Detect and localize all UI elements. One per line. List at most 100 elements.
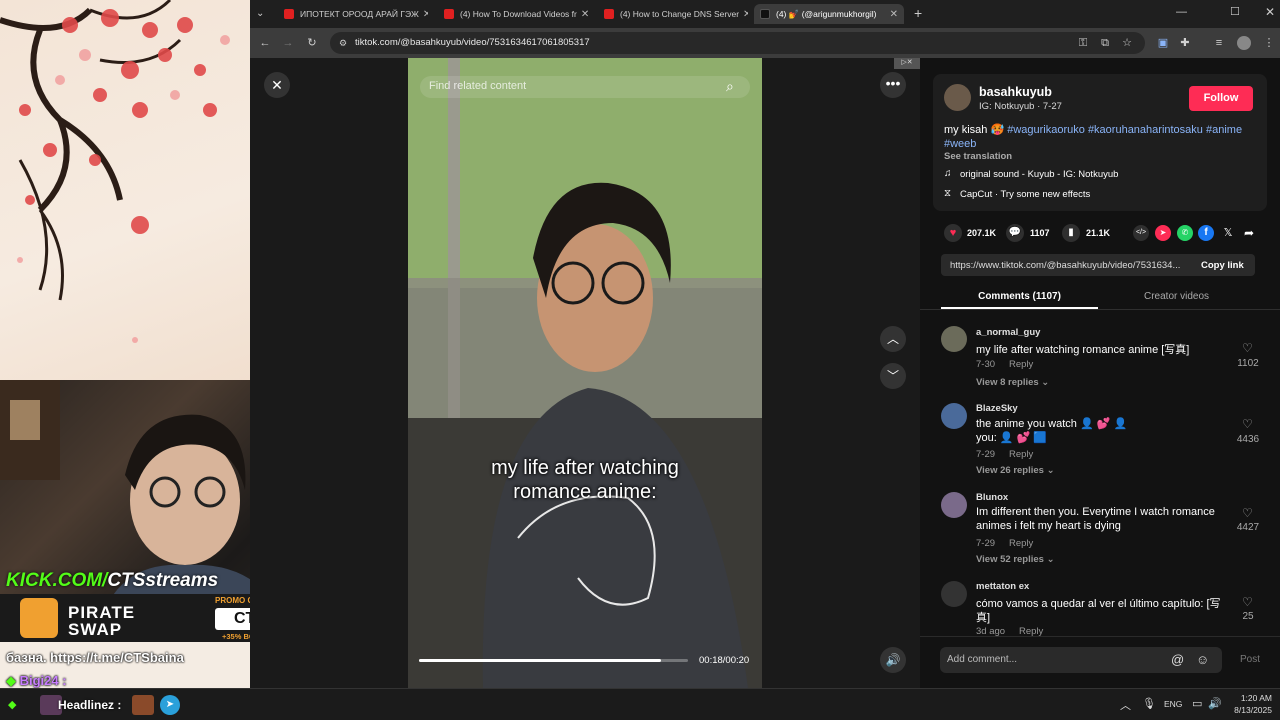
tray-chevron-icon[interactable]: ︿: [1120, 697, 1131, 713]
progress-track[interactable]: [419, 659, 688, 662]
browser-tab[interactable]: ИПОТЕКТ ОРООД АРАЙ ГЭЖ ✕: [278, 4, 428, 24]
browser-menu-icon[interactable]: ⋮: [1262, 37, 1276, 49]
network-icon[interactable]: ▭: [1192, 697, 1202, 710]
send-to-friends-icon[interactable]: ➤: [1155, 225, 1171, 241]
extensions-puzzle-icon[interactable]: ✚: [1178, 37, 1192, 49]
comment-like-icon[interactable]: ♡: [1242, 341, 1253, 355]
view-replies-link[interactable]: View 8 replies ⌄: [976, 377, 1049, 388]
browser-tab-active[interactable]: (4) 💅 (@arigunmukhorgil) ✕: [754, 4, 904, 24]
commenter-avatar[interactable]: [941, 403, 967, 429]
volume-tray-icon[interactable]: 🔊: [1208, 697, 1222, 710]
tab-search-icon[interactable]: ⌄: [256, 8, 264, 19]
microphone-icon[interactable]: 🎙: [1142, 697, 1156, 710]
hashtag-link[interactable]: #anime: [1206, 124, 1242, 136]
youtube-favicon-icon: [604, 9, 614, 19]
save-count: 21.1K: [1086, 228, 1111, 238]
profile-avatar[interactable]: [1237, 36, 1251, 50]
more-options-icon[interactable]: •••: [880, 72, 906, 98]
pirate-logo: [20, 598, 58, 638]
comment-text: the anime you watch 👤 💕 👤: [976, 418, 1128, 430]
comment-like-icon[interactable]: ♡: [1242, 417, 1253, 431]
author-username[interactable]: basahkuyub: [979, 85, 1052, 99]
media-control-icon[interactable]: ≡: [1212, 37, 1226, 49]
mention-icon[interactable]: @: [1171, 652, 1184, 667]
new-tab-icon[interactable]: +: [914, 5, 922, 21]
kick-url-label: KICK.COM/CTSstreams: [6, 570, 218, 592]
close-tab-icon[interactable]: ✕: [577, 9, 588, 20]
close-tab-icon[interactable]: ✕: [886, 9, 898, 20]
language-indicator[interactable]: ENG: [1164, 699, 1182, 709]
share-arrow-icon[interactable]: ➦: [1241, 225, 1257, 241]
search-icon[interactable]: ⌕: [726, 78, 734, 95]
like-heart-icon[interactable]: ♥: [944, 224, 962, 242]
telegram-icon[interactable]: ➤: [160, 695, 180, 715]
browser-tab[interactable]: (4) How To Download Videos fr ✕: [438, 4, 588, 24]
reload-icon[interactable]: ↻: [305, 37, 319, 49]
commenter-name[interactable]: Blunox: [976, 492, 1008, 503]
reply-button[interactable]: Reply: [1009, 359, 1033, 370]
pirate-swap-brand: PIRATE SWAP: [68, 603, 136, 639]
comment-bubble-icon[interactable]: 💬: [1006, 224, 1024, 242]
commenter-avatar[interactable]: [941, 326, 967, 352]
previous-video-icon[interactable]: ︿: [880, 326, 906, 352]
close-window-icon[interactable]: ✕: [1265, 5, 1275, 19]
ad-choices-icon[interactable]: ▷✕: [894, 58, 920, 69]
commenter-avatar[interactable]: [941, 581, 967, 607]
next-video-icon[interactable]: ﹀: [880, 363, 906, 389]
effect-link[interactable]: CapCut · Try some new effects: [960, 189, 1090, 200]
author-avatar[interactable]: [944, 84, 971, 111]
emoji-icon[interactable]: ☺: [1196, 652, 1209, 667]
tab-creator-videos[interactable]: Creator videos: [1098, 291, 1255, 302]
music-note-icon: ♫: [944, 168, 952, 179]
video-player[interactable]: Find related content ⌕ my life after wat…: [408, 58, 762, 688]
back-icon[interactable]: ←: [258, 37, 272, 49]
clock-time[interactable]: 1:20 AM: [1226, 693, 1272, 703]
close-tab-icon[interactable]: ✕: [419, 9, 428, 20]
hashtag-link[interactable]: #kaoruhanaharintosaku: [1088, 124, 1203, 136]
commenter-name[interactable]: a_normal_guy: [976, 327, 1040, 338]
tab-comments[interactable]: Comments (1107): [941, 291, 1098, 302]
maximize-icon[interactable]: ☐: [1230, 5, 1240, 18]
facebook-icon[interactable]: f: [1198, 225, 1214, 241]
install-app-icon[interactable]: ⧉: [1098, 37, 1112, 49]
forward-icon[interactable]: →: [281, 37, 295, 49]
reply-button[interactable]: Reply: [1009, 538, 1033, 549]
comment-date: 7-29: [976, 538, 996, 549]
bookmark-star-icon[interactable]: ☆: [1120, 37, 1134, 49]
commenter-name[interactable]: mettaton ex: [976, 581, 1029, 592]
post-comment-button[interactable]: Post: [1240, 654, 1260, 665]
commenter-avatar[interactable]: [941, 492, 967, 518]
commenter-name[interactable]: BlazeSky: [976, 403, 1018, 414]
sound-link[interactable]: original sound - Kuyub - IG: Notkuyub: [960, 169, 1118, 180]
site-info-icon[interactable]: ⚙: [336, 37, 350, 49]
view-replies-link[interactable]: View 26 replies ⌄: [976, 465, 1055, 476]
key-icon[interactable]: ⚿: [1076, 37, 1090, 49]
hashtag-link[interactable]: #wagurikaoruko: [1007, 124, 1085, 136]
embed-code-icon[interactable]: </>: [1133, 225, 1149, 241]
close-video-icon[interactable]: ✕: [264, 72, 290, 98]
see-translation-link[interactable]: See translation: [944, 151, 1012, 162]
extension-icon[interactable]: ▣: [1156, 37, 1170, 49]
hashtag-link[interactable]: #weeb: [944, 138, 976, 150]
share-link-url[interactable]: https://www.tiktok.com/@basahkuyub/video…: [950, 260, 1190, 271]
url-text[interactable]: tiktok.com/@basahkuyub/video/75316346170…: [355, 37, 590, 48]
comment-count: 1107: [1030, 228, 1050, 238]
comment-like-icon[interactable]: ♡: [1242, 506, 1253, 520]
view-replies-link[interactable]: View 52 replies ⌄: [976, 554, 1055, 565]
comment-placeholder: Add comment...: [947, 654, 1018, 665]
reply-button[interactable]: Reply: [1009, 449, 1033, 460]
browser-tab[interactable]: (4) How to Change DNS Server ✕: [598, 4, 748, 24]
follow-button[interactable]: Follow: [1189, 86, 1253, 111]
whatsapp-icon[interactable]: ✆: [1177, 225, 1193, 241]
kick-domain: KICK.COM/: [6, 570, 108, 591]
taskbar-app-icon[interactable]: [132, 695, 154, 715]
minimize-icon[interactable]: —: [1176, 6, 1187, 18]
close-tab-icon[interactable]: ✕: [739, 9, 748, 20]
bookmark-icon[interactable]: ▮: [1062, 224, 1080, 242]
x-twitter-icon[interactable]: 𝕏: [1220, 225, 1236, 241]
copy-link-button[interactable]: Copy link: [1201, 260, 1244, 271]
description-text: my kisah 🥵: [944, 124, 1005, 136]
comment-like-icon[interactable]: ♡: [1242, 595, 1253, 609]
volume-icon[interactable]: 🔊: [880, 647, 906, 673]
clock-date[interactable]: 8/13/2025: [1226, 705, 1272, 715]
